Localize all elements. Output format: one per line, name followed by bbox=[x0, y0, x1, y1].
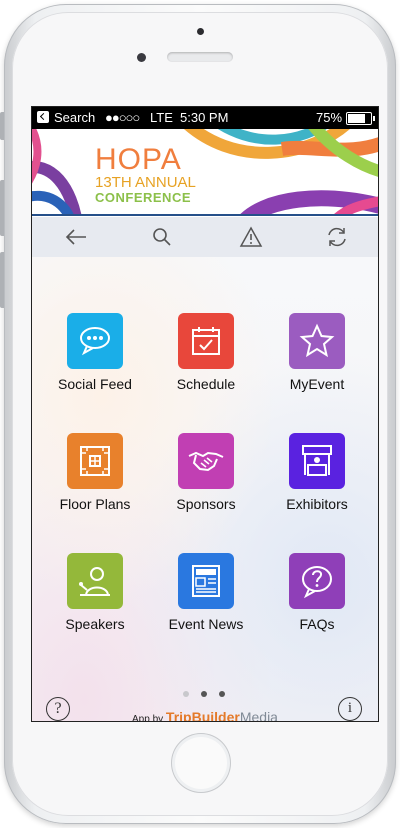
tile-floor-plans[interactable]: Floor Plans bbox=[40, 433, 150, 523]
help-icon[interactable]: ? bbox=[46, 697, 70, 721]
front-camera bbox=[137, 53, 146, 62]
banner-title: HOPA bbox=[95, 143, 182, 176]
signal-icon: ●●○○○ bbox=[105, 110, 140, 125]
floor-plan-icon bbox=[80, 446, 110, 476]
tile-icon-bg bbox=[67, 433, 123, 489]
banner-subtitle: 13TH ANNUAL bbox=[95, 174, 196, 191]
tile-label: MyEvent bbox=[289, 376, 345, 392]
tile-speakers[interactable]: Speakers bbox=[40, 553, 150, 643]
tile-label: Event News bbox=[168, 616, 244, 632]
status-bar: Search ●●○○○ LTE 5:30 PM 75% bbox=[32, 107, 378, 129]
battery-icon bbox=[346, 112, 375, 125]
credit-brand-suffix: Media bbox=[239, 709, 278, 722]
banner-conference: CONFERENCE bbox=[95, 190, 192, 205]
tile-label: Schedule bbox=[176, 376, 236, 392]
tile-label: Exhibitors bbox=[286, 496, 348, 512]
tile-schedule[interactable]: Schedule bbox=[151, 313, 261, 403]
tile-label: FAQs bbox=[299, 616, 335, 632]
tile-faqs[interactable]: FAQs bbox=[262, 553, 372, 643]
banner-swirls bbox=[32, 129, 378, 214]
star-icon bbox=[299, 323, 335, 358]
page-dot-3[interactable] bbox=[219, 691, 225, 697]
proximity-sensor bbox=[197, 28, 204, 35]
tile-event-news[interactable]: Event News bbox=[151, 553, 261, 643]
speaker-icon bbox=[79, 567, 110, 596]
tile-icon-bg bbox=[67, 553, 123, 609]
tile-icon-bg bbox=[289, 433, 345, 489]
home-button[interactable] bbox=[171, 733, 231, 793]
tile-label: Social Feed bbox=[58, 376, 132, 392]
tile-social-feed[interactable]: Social Feed bbox=[40, 313, 150, 403]
volume-down-button bbox=[0, 252, 4, 308]
earpiece-speaker bbox=[167, 52, 233, 62]
tile-icon-bg bbox=[178, 553, 234, 609]
tile-icon-bg bbox=[289, 553, 345, 609]
mute-switch bbox=[0, 112, 4, 140]
tile-icon-bg bbox=[178, 433, 234, 489]
alert-icon[interactable] bbox=[239, 226, 263, 248]
toolbar bbox=[32, 217, 378, 257]
back-app-label[interactable]: Search bbox=[54, 110, 95, 125]
calendar-icon bbox=[192, 327, 220, 355]
newspaper-icon bbox=[192, 565, 220, 597]
volume-up-button bbox=[0, 180, 4, 236]
booth-icon bbox=[302, 445, 332, 476]
info-icon[interactable]: i bbox=[338, 697, 362, 721]
conference-banner: HOPA 13TH ANNUAL CONFERENCE bbox=[32, 129, 378, 216]
tile-myevent[interactable]: MyEvent bbox=[262, 313, 372, 403]
tile-label: Speakers bbox=[65, 616, 125, 632]
tile-icon-bg bbox=[67, 313, 123, 369]
chat-bubble-icon bbox=[80, 327, 110, 356]
battery-percent: 75% bbox=[316, 110, 343, 125]
app-credit[interactable]: App by TripBuilderMedia bbox=[132, 709, 278, 722]
time-label: 5:30 PM bbox=[180, 110, 229, 125]
refresh-icon[interactable] bbox=[325, 226, 349, 248]
app-screen: Search ●●○○○ LTE 5:30 PM 75% HOPA 13TH A… bbox=[31, 106, 379, 722]
network-label: LTE bbox=[150, 110, 173, 125]
tile-icon-bg bbox=[178, 313, 234, 369]
credit-brand: TripBuilder bbox=[165, 709, 240, 722]
tile-exhibitors[interactable]: Exhibitors bbox=[262, 433, 372, 523]
page-dot-2[interactable] bbox=[201, 691, 207, 697]
arrow-back-icon[interactable] bbox=[64, 226, 88, 248]
back-to-app-icon[interactable] bbox=[37, 111, 49, 123]
question-bubble-icon bbox=[302, 566, 332, 599]
tile-label: Sponsors bbox=[176, 496, 236, 512]
search-icon[interactable] bbox=[150, 226, 174, 248]
menu-grid: Social Feed Schedule MyEvent Floor Plans… bbox=[32, 257, 378, 722]
tile-sponsors[interactable]: Sponsors bbox=[151, 433, 261, 523]
tile-label: Floor Plans bbox=[59, 496, 131, 512]
page-dot-1[interactable] bbox=[183, 691, 189, 697]
credit-prefix: App by bbox=[132, 714, 164, 722]
handshake-icon bbox=[188, 451, 224, 472]
tile-icon-bg bbox=[289, 313, 345, 369]
